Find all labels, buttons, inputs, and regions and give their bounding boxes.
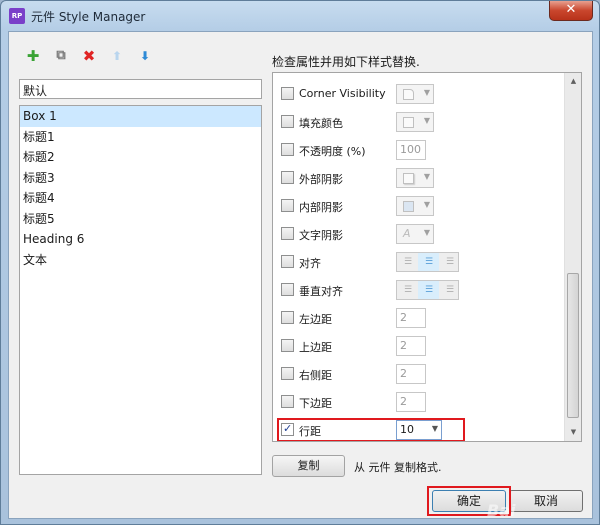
axure-app-icon: RP bbox=[9, 8, 25, 24]
valign-label: 垂直对齐 bbox=[299, 285, 343, 298]
prop-row-outer-shadow: 外部阴影 ▼ bbox=[273, 167, 563, 189]
text-shadow-dropdown[interactable]: A ▼ bbox=[396, 224, 434, 244]
style-item-h6[interactable]: Heading 6 bbox=[20, 229, 261, 250]
prop-row-right-padding: 右侧距 2 bbox=[273, 363, 563, 385]
add-style-icon[interactable]: ✚ bbox=[23, 46, 43, 66]
properties-panel: Corner Visibility ▼ 填充颜色 ▼ 不透明度 (%) 100 … bbox=[272, 72, 582, 442]
corner-visibility-checkbox[interactable] bbox=[281, 87, 294, 100]
chevron-down-icon: ▼ bbox=[423, 88, 430, 97]
text-shadow-icon: A bbox=[403, 227, 411, 240]
align-right-icon[interactable]: ☰ bbox=[439, 253, 460, 271]
line-spacing-highlight bbox=[277, 418, 465, 441]
title-bar[interactable]: RP 元件 Style Manager ✕ bbox=[1, 1, 599, 31]
fill-swatch-icon bbox=[403, 117, 414, 128]
cancel-button[interactable]: 取消 bbox=[509, 490, 583, 512]
valign-middle-icon[interactable]: ☰ bbox=[418, 281, 439, 299]
style-item-h1[interactable]: 标题1 bbox=[20, 127, 261, 148]
fill-color-picker[interactable]: ▼ bbox=[396, 112, 434, 132]
prop-row-bottom-padding: 下边距 2 bbox=[273, 391, 563, 413]
copy-format-button[interactable]: 复制 bbox=[272, 455, 345, 477]
inner-shadow-label: 内部阴影 bbox=[299, 201, 343, 214]
bottom-padding-checkbox[interactable] bbox=[281, 395, 294, 408]
align-left-icon[interactable]: ☰ bbox=[397, 253, 418, 271]
fill-color-label: 填充颜色 bbox=[299, 117, 343, 130]
valign-button-group: ☰ ☰ ☰ bbox=[396, 280, 459, 300]
scroll-down-icon[interactable]: ▼ bbox=[565, 424, 581, 441]
prop-row-inner-shadow: 内部阴影 ▼ bbox=[273, 195, 563, 217]
scroll-thumb[interactable] bbox=[567, 273, 579, 418]
prop-row-line-spacing: ✓ 行距 10 ▼ bbox=[273, 418, 563, 441]
corner-icon bbox=[403, 89, 414, 100]
left-padding-checkbox[interactable] bbox=[281, 311, 294, 324]
duplicate-style-icon[interactable]: ⧉ bbox=[51, 46, 71, 66]
style-manager-window: RP 元件 Style Manager ✕ ✚ ⧉ ✖ ⬆ ⬇ 默认 Box 1… bbox=[0, 0, 600, 525]
align-button-group: ☰ ☰ ☰ bbox=[396, 252, 459, 272]
prop-row-corner-visibility: Corner Visibility ▼ bbox=[273, 83, 563, 105]
style-item-h4[interactable]: 标题4 bbox=[20, 188, 261, 209]
style-item-h2[interactable]: 标题2 bbox=[20, 147, 261, 168]
bottom-padding-input[interactable]: 2 bbox=[396, 392, 426, 412]
top-padding-checkbox[interactable] bbox=[281, 339, 294, 352]
prop-row-opacity: 不透明度 (%) 100 bbox=[273, 139, 563, 161]
prop-row-align: 对齐 ☰ ☰ ☰ bbox=[273, 251, 563, 273]
prop-row-fill-color: 填充颜色 ▼ bbox=[273, 111, 563, 133]
align-checkbox[interactable] bbox=[281, 255, 294, 268]
text-shadow-checkbox[interactable] bbox=[281, 227, 294, 240]
delete-style-icon[interactable]: ✖ bbox=[79, 46, 99, 66]
copy-format-description: 从 元件 复制格式. bbox=[354, 461, 442, 474]
corner-visibility-label: Corner Visibility bbox=[299, 87, 386, 100]
outer-shadow-checkbox[interactable] bbox=[281, 171, 294, 184]
scroll-up-icon[interactable]: ▲ bbox=[565, 73, 581, 90]
style-list: Box 1 标题1 标题2 标题3 标题4 标题5 Heading 6 文本 bbox=[19, 105, 262, 475]
window-title: 元件 Style Manager bbox=[31, 10, 146, 24]
chevron-down-icon: ▼ bbox=[423, 228, 430, 237]
chevron-down-icon: ▼ bbox=[423, 116, 430, 125]
style-item-box1[interactable]: Box 1 bbox=[20, 106, 261, 127]
opacity-input[interactable]: 100 bbox=[396, 140, 426, 160]
chevron-down-icon: ▼ bbox=[423, 200, 430, 209]
bottom-padding-label: 下边距 bbox=[299, 397, 332, 410]
outer-shadow-dropdown[interactable]: ▼ bbox=[396, 168, 434, 188]
style-item-h5[interactable]: 标题5 bbox=[20, 209, 261, 230]
top-padding-label: 上边距 bbox=[299, 341, 332, 354]
prop-row-text-shadow: 文字阴影 A ▼ bbox=[273, 223, 563, 245]
valign-checkbox[interactable] bbox=[281, 283, 294, 296]
valign-bottom-icon[interactable]: ☰ bbox=[439, 281, 460, 299]
corner-visibility-dropdown[interactable]: ▼ bbox=[396, 84, 434, 104]
properties-header: 检查属性并用如下样式替换. bbox=[272, 55, 420, 69]
align-label: 对齐 bbox=[299, 257, 321, 270]
inner-shadow-dropdown[interactable]: ▼ bbox=[396, 196, 434, 216]
opacity-label: 不透明度 (%) bbox=[299, 145, 366, 158]
move-up-icon[interactable]: ⬆ bbox=[107, 46, 127, 66]
inner-shadow-icon bbox=[403, 201, 414, 212]
inner-shadow-checkbox[interactable] bbox=[281, 199, 294, 212]
style-item-h3[interactable]: 标题3 bbox=[20, 168, 261, 189]
left-padding-input[interactable]: 2 bbox=[396, 308, 426, 328]
prop-row-left-padding: 左边距 2 bbox=[273, 307, 563, 329]
style-item-text[interactable]: 文本 bbox=[20, 250, 261, 271]
left-padding-label: 左边距 bbox=[299, 313, 332, 326]
fill-color-checkbox[interactable] bbox=[281, 115, 294, 128]
top-padding-input[interactable]: 2 bbox=[396, 336, 426, 356]
dialog-body: ✚ ⧉ ✖ ⬆ ⬇ 默认 Box 1 标题1 标题2 标题3 标题4 标题5 H… bbox=[8, 31, 593, 520]
align-center-icon[interactable]: ☰ bbox=[418, 253, 439, 271]
move-down-icon[interactable]: ⬇ bbox=[135, 46, 155, 66]
prop-row-valign: 垂直对齐 ☰ ☰ ☰ bbox=[273, 279, 563, 301]
outer-shadow-label: 外部阴影 bbox=[299, 173, 343, 186]
right-padding-checkbox[interactable] bbox=[281, 367, 294, 380]
text-shadow-label: 文字阴影 bbox=[299, 229, 343, 242]
right-padding-input[interactable]: 2 bbox=[396, 364, 426, 384]
opacity-checkbox[interactable] bbox=[281, 143, 294, 156]
style-name-input[interactable]: 默认 bbox=[19, 79, 262, 99]
prop-row-top-padding: 上边距 2 bbox=[273, 335, 563, 357]
valign-top-icon[interactable]: ☰ bbox=[397, 281, 418, 299]
right-padding-label: 右侧距 bbox=[299, 369, 332, 382]
properties-scrollbar[interactable]: ▲ ▼ bbox=[564, 73, 581, 441]
watermark: Bai bbox=[487, 501, 516, 520]
shadow-icon bbox=[403, 173, 414, 184]
chevron-down-icon: ▼ bbox=[423, 172, 430, 181]
close-button[interactable]: ✕ bbox=[549, 1, 593, 21]
